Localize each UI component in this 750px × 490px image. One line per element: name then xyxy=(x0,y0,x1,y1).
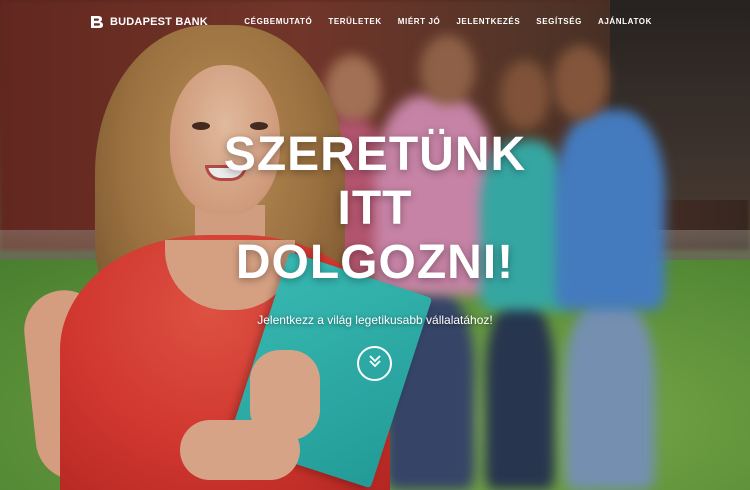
nav-item-ajanlatok[interactable]: AJÁNLATOK xyxy=(590,17,660,26)
logo[interactable]: BUDAPEST BANK xyxy=(90,15,208,29)
nav-item-miert-jo[interactable]: MIÉRT JÓ xyxy=(390,17,449,26)
logo-text: BUDAPEST BANK xyxy=(110,16,208,28)
budapest-bank-logo-icon xyxy=(90,15,105,29)
top-navigation: BUDAPEST BANK CÉGBEMUTATÓ TERÜLETEK MIÉR… xyxy=(0,0,750,46)
nav-item-segitseg[interactable]: SEGÍTSÉG xyxy=(528,17,590,26)
nav-item-jelentkezes[interactable]: JELENTKEZÉS xyxy=(448,17,528,26)
scroll-down-button[interactable] xyxy=(357,346,392,381)
hero-headline: SZERETÜNK ITT DOLGOZNI! xyxy=(0,128,750,290)
nav-item-cegbemutato[interactable]: CÉGBEMUTATÓ xyxy=(236,17,320,26)
headline-line: ITT xyxy=(337,182,413,235)
chevron-double-down-icon xyxy=(367,354,383,373)
nav-item-teruletek[interactable]: TERÜLETEK xyxy=(320,17,389,26)
headline-line: SZERETÜNK xyxy=(223,128,527,181)
hero-subtitle: Jelentkezz a világ legetikusabb vállalat… xyxy=(257,313,493,327)
headline-line: DOLGOZNI! xyxy=(235,236,515,289)
hero-section: BUDAPEST BANK CÉGBEMUTATÓ TERÜLETEK MIÉR… xyxy=(0,0,750,490)
main-menu: CÉGBEMUTATÓ TERÜLETEK MIÉRT JÓ JELENTKEZ… xyxy=(236,17,660,26)
